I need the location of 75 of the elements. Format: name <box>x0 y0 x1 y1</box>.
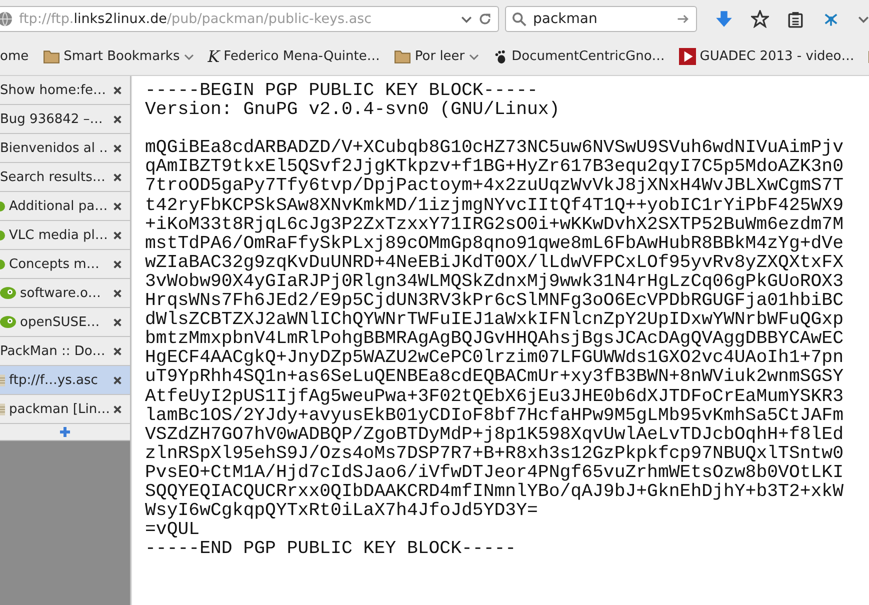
sidebar-tab[interactable]: VLC media pl… <box>0 221 130 250</box>
bookmark-item[interactable]: DocumentCentricGno… <box>492 49 665 64</box>
key-text-line: zlnRSpXl95ehS9J/Ozs4oMs7DSP7R7+B+R8xh3s12GzPkpkfcp97NBUQxlTSntw0 <box>145 444 845 464</box>
close-icon[interactable] <box>113 318 122 326</box>
search-icon <box>512 12 527 26</box>
address-bar[interactable]: ftp://ftp.links2linux.de/pub/packman/public-keys.asc <box>0 6 499 32</box>
chameleon-icon <box>0 316 16 328</box>
sidebar-tab[interactable]: Bug 936842 –… <box>0 105 130 134</box>
globe-icon <box>0 11 13 27</box>
key-text-line: mQGiBEa8cdARBADZD/V+XCubqb8G10cHZ73NC5uw6NVSwU9SVuh6wdNIVuAimPjv <box>145 139 845 158</box>
key-text-line: WsyI6wCgkqpQYTxRt0iLaX7h4JfoJd5YD3Y= <box>145 502 539 522</box>
page-icon <box>0 374 5 386</box>
key-text-line: Version: GnuPG v2.0.4-svn0 (GNU/Linux) <box>145 101 561 120</box>
key-text-line: SQQYEQIACQUCRrxx0QIbDAAKCRD4mfINmnlYBo/qAJ9bJ+GknEhDjhY+b3T2+xkW <box>145 482 845 502</box>
search-field[interactable]: packman <box>505 6 697 32</box>
go-arrow-icon[interactable] <box>676 12 690 26</box>
key-text-line: HgECF4AACgkQ+JnyDZp5WAZU2wCePC0lrzim07LFGUWWds1GXO2vc4UAoIh1+7pn <box>145 349 845 368</box>
sidebar-tab[interactable]: ftp://f…ys.asc <box>0 366 130 395</box>
key-text-line: =vQUL <box>145 521 201 540</box>
url-text: ftp://ftp.links2linux.de/pub/packman/public-keys.asc <box>19 11 373 27</box>
key-text-line: +iKoM33t8RjqL6cJg3P2ZxTzxxY71IRG2sO0i+wKKwDvhX2SXTP52BuWm6ezdm7M <box>145 216 845 235</box>
close-icon[interactable] <box>113 202 122 210</box>
bookmark-item[interactable]: ome <box>0 49 29 64</box>
bookmark-item[interactable]: K Federico Mena-Quinte… <box>208 47 380 66</box>
close-icon[interactable] <box>113 144 122 152</box>
close-icon[interactable] <box>113 288 122 298</box>
key-text-line: -----END PGP PUBLIC KEY BLOCK----- <box>145 540 518 560</box>
folder-icon <box>394 49 411 64</box>
bookmark-item[interactable]: Smart Bookmarks <box>42 49 194 64</box>
key-text-line: t42ryFbKCPSkSAw8XNvKmkMD/1izjmgNYvcIItQf4T1Q++yobIC1rYiPbF425WX9 <box>145 196 845 216</box>
key-text-line: bmtzMmxpbnV4LmRlPohgBBMRAgAgBQJGvHHQAhsjBgsJCAcDAgQVAggDBBYCAwEC <box>145 330 845 350</box>
add-icon[interactable] <box>59 426 71 438</box>
sidebar-tab[interactable]: software.o… <box>0 279 130 308</box>
key-text-line: -----BEGIN PGP PUBLIC KEY BLOCK----- <box>145 82 538 101</box>
key-text-line: uT9YpRhh4SQ1n+as6SeLuQENBEa8cdEQBACmUr+xy3fB3BWN+8nWViuk2wnmSGSY <box>145 368 845 388</box>
key-text-line: mstTdPA6/OmRaFfySkPLxj89cOMmGp8qno91qwe8mL6FbAwHubR8BBkM4zYg+dVe <box>145 234 845 254</box>
sidebar-tab[interactable]: Concepts m… <box>0 250 130 279</box>
sidebar-tab[interactable]: openSUSE… <box>0 308 130 337</box>
close-icon[interactable] <box>113 404 122 414</box>
reload-icon[interactable] <box>478 12 492 26</box>
menu-caret-icon[interactable] <box>858 16 869 22</box>
download-icon[interactable] <box>715 10 733 28</box>
key-text-line: lamBc1OS/2YJdy+avyusEkB01yCDIoF8bf7HcfaHPw9M5gLMb95vKmhSa5CtJAFm <box>145 406 845 426</box>
key-text-line: qAmIBZT9tkxEl5QSvf2JjgKTkpzv+f1BG+HyZr617B3equ2qyI7C5p5MdoAZK3n0 <box>145 158 845 178</box>
clipboard-icon[interactable] <box>787 10 804 28</box>
key-text-line: PvsEO+CtM1A/Hjd7cIdSJao6/iVfwDTJeor4PNgf65vuZrhmWEtsOzw8b0VOtLKI <box>145 464 845 483</box>
close-icon[interactable] <box>113 346 122 356</box>
key-text-line: 3vWobw90X4yGIaRJPj0Rlgn34WLMQSkZdnxMj9wwk31N4rHgLzCq06gPkGUoROX3 <box>145 272 845 292</box>
close-icon[interactable] <box>113 172 122 182</box>
dropdown-icon[interactable] <box>461 16 472 22</box>
sidebar-tab[interactable]: Additional pa… <box>0 192 130 221</box>
key-text-line: dWlsZCBTZXJ2aWNlIChQYWNrTWFuIEJ1aWxkIFNlcnZpY2UpIDxwYWNrbWFuQGxp <box>145 311 845 330</box>
sidebar-tab[interactable]: Show home:fe… <box>0 76 130 105</box>
close-icon[interactable] <box>113 86 122 94</box>
key-text-line: HrqsWNs7Fh6JEd2/E9p5CjdUN3RV3kPr6cSlMNFg3oO6EcVPDbRGUGFja01hbiBC <box>145 292 845 312</box>
script-letter-icon: K <box>208 47 220 66</box>
sidebar-tab[interactable]: Search results… <box>0 163 130 192</box>
bookmark-item[interactable]: GUADEC 2013 - video… <box>678 48 854 65</box>
key-text-line: AtfeUyI2pUS1IjfAg5weuPwa+3F02tQEbX6jEu3JHE0b6dXJTDFoCrEaMumYSKR3 <box>145 388 845 406</box>
close-icon[interactable] <box>113 260 122 268</box>
close-icon[interactable] <box>113 114 122 124</box>
chameleon-icon <box>0 287 16 299</box>
folder-icon <box>42 49 60 64</box>
video-icon <box>678 48 696 65</box>
close-icon[interactable] <box>113 376 122 384</box>
footprint-icon <box>492 49 508 64</box>
page-icon <box>0 402 5 416</box>
star-icon[interactable] <box>751 10 769 28</box>
key-text-line: 7troOD5gaPy7Tfy6tvp/DpjPactoym+4x2zuUqzWvVkJ8jXNxH4WvJBLXwCgmS7T <box>145 177 845 196</box>
sidebar-tab[interactable]: Bienvenidos al … <box>0 134 130 163</box>
bookmark-item[interactable]: Por leer <box>394 49 479 64</box>
key-text-line: wZIaBAC32g9zqKvDuUNRD+4NeEBiJKdT0OX/lLdwVFPCxLOf95yvRv8yZXQXtxFX <box>145 254 845 273</box>
sidebar-tab[interactable]: packman [Lin… <box>0 395 130 424</box>
close-icon[interactable] <box>113 230 122 240</box>
key-text-line: VSZdZH7GO7hV0wADBQP/ZgoBTDyMdP+j8p1K598XqvUwlAeLvTDJcbOqhH+f8lEd <box>145 426 845 445</box>
